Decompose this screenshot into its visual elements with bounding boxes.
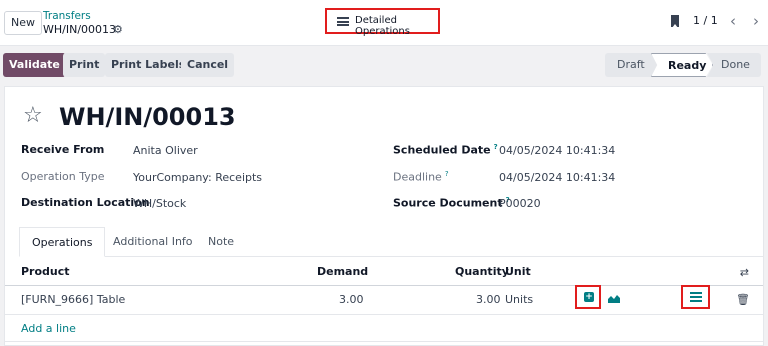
tab-note[interactable]: Note [196, 227, 246, 257]
column-product[interactable]: Product [21, 265, 70, 278]
column-unit[interactable]: Unit [505, 265, 531, 278]
add-line-link[interactable]: Add a line [21, 322, 76, 335]
detailed-operations-label: Detailed Operations [355, 15, 410, 37]
source-document-label: Source Document? [393, 196, 510, 210]
help-icon[interactable]: ? [445, 170, 449, 178]
status-draft[interactable]: Draft [605, 53, 658, 77]
deadline-label: Deadline? [393, 170, 449, 184]
cancel-button[interactable]: Cancel [181, 53, 235, 77]
pager-value[interactable]: 1 / 1 [693, 14, 718, 27]
status-done[interactable]: Done [707, 53, 761, 77]
column-demand[interactable]: Demand [317, 265, 368, 278]
row-product[interactable]: [FURN_9666] Table [21, 293, 125, 306]
destination-location-value[interactable]: WH/Stock [133, 197, 186, 210]
notebook-tabs: Operations Additional Info Note [19, 227, 763, 257]
validate-button[interactable]: Validate [3, 53, 66, 77]
tab-additional-info[interactable]: Additional Info [101, 227, 205, 257]
table-header-divider [5, 285, 763, 286]
row-quantity[interactable]: 3.00 [476, 293, 501, 306]
help-icon[interactable]: ? [494, 143, 498, 151]
table-bottom-divider [5, 341, 763, 342]
scheduled-date-value[interactable]: 04/05/2024 10:41:34 [499, 144, 615, 157]
bookmark-icon[interactable] [671, 15, 679, 27]
row-demand[interactable]: 3.00 [339, 293, 364, 306]
chevron-left-icon[interactable]: ‹ [722, 9, 744, 33]
receive-from-label: Receive From [21, 143, 105, 156]
status-ready[interactable]: Ready [651, 53, 713, 77]
control-panel: New Transfers WH/IN/00013 ⚙ Detailed Ope… [0, 0, 768, 46]
operation-type-value[interactable]: YourCompany: Receipts [133, 171, 262, 184]
chevron-right-icon[interactable]: › [745, 9, 767, 33]
column-quantity[interactable]: Quantity [455, 265, 509, 278]
gear-icon[interactable]: ⚙ [113, 23, 123, 36]
destination-location-label: Destination Location [21, 196, 150, 209]
source-document-value[interactable]: P00020 [499, 197, 541, 210]
print-button[interactable]: Print [63, 53, 106, 77]
receive-from-value[interactable]: Anita Oliver [133, 144, 198, 157]
optional-columns-icon[interactable]: ⇄ [740, 266, 749, 279]
scheduled-date-label: Scheduled Date? [393, 143, 498, 157]
tab-operations[interactable]: Operations [19, 227, 106, 257]
plus-square-icon[interactable]: + [584, 292, 594, 302]
breadcrumb-transfers[interactable]: Transfers [43, 10, 91, 22]
row-unit[interactable]: Units [505, 293, 533, 306]
deadline-value[interactable]: 04/05/2024 10:41:34 [499, 171, 615, 184]
detailed-operations-button[interactable]: Detailed Operations [325, 8, 440, 37]
trash-icon[interactable]: 🗑 [736, 293, 750, 306]
print-labels-button[interactable]: Print Labels [105, 53, 192, 77]
new-button[interactable]: New [4, 11, 42, 35]
star-icon[interactable]: ☆ [23, 103, 43, 128]
action-bar: Validate Print Print Labels Cancel Draft… [0, 46, 768, 84]
forecast-chart-icon[interactable] [608, 293, 620, 303]
operation-type-label: Operation Type [21, 170, 105, 183]
details-list-icon[interactable] [690, 292, 702, 303]
form-sheet: ☆ WH/IN/00013 Receive From Anita Oliver … [4, 86, 764, 346]
row-divider [5, 314, 763, 315]
record-title: WH/IN/00013 [59, 103, 236, 131]
hamburger-icon [337, 17, 349, 26]
breadcrumb-current: WH/IN/00013 [43, 23, 117, 36]
